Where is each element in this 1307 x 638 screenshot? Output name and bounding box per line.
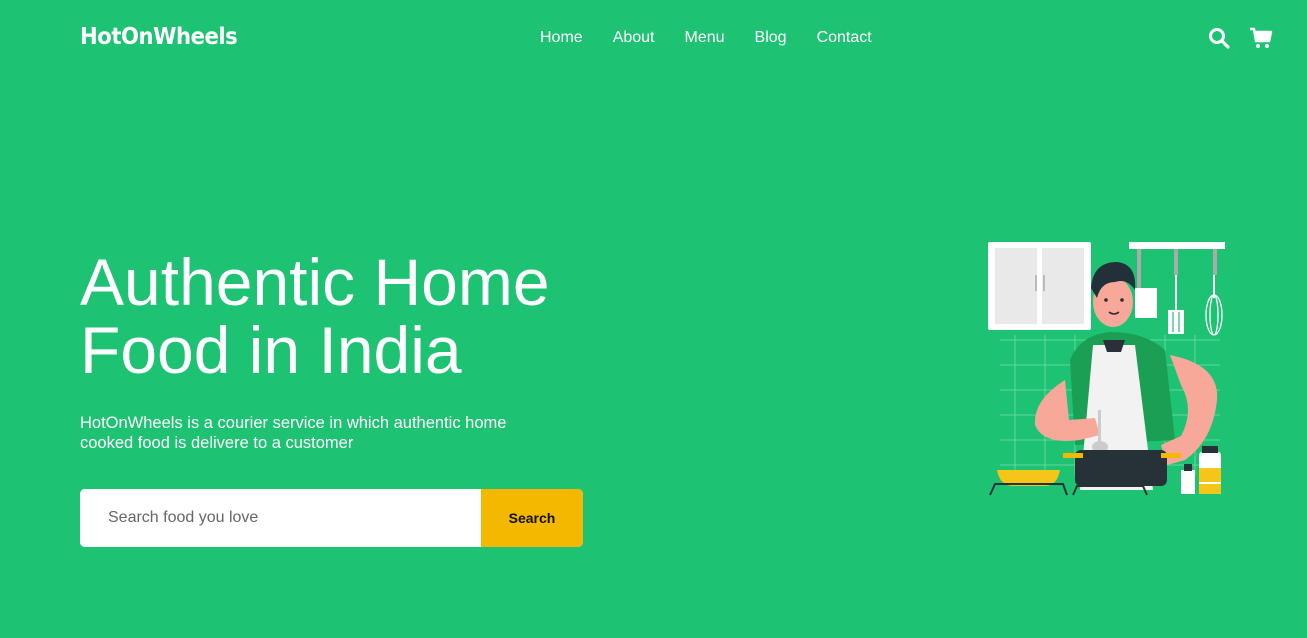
hero-title-line-1: Authentic Home	[80, 245, 550, 319]
header-actions	[1207, 26, 1273, 50]
food-search-form: Search	[80, 489, 583, 547]
top-navbar: HotOnWheels Home About Menu Blog Contact	[0, 0, 1307, 78]
nav-menu[interactable]: Menu	[685, 29, 725, 47]
chef-cooking-illustration	[985, 240, 1230, 500]
brand-logo[interactable]: HotOnWheels	[80, 24, 238, 50]
food-search-input[interactable]	[80, 489, 481, 547]
nav-about[interactable]: About	[613, 29, 655, 47]
main-menu: Home About Menu Blog Contact	[540, 29, 902, 47]
nav-blog[interactable]: Blog	[755, 29, 787, 47]
hero-title: Authentic Home Food in India	[80, 248, 640, 384]
nav-home[interactable]: Home	[540, 29, 583, 47]
search-icon[interactable]	[1207, 26, 1231, 50]
search-button[interactable]: Search	[481, 489, 583, 547]
hero-description: HotOnWheels is a courier service in whic…	[80, 414, 507, 452]
hero-title-line-2: Food in India	[80, 313, 462, 387]
nav-contact[interactable]: Contact	[817, 29, 872, 47]
cart-icon[interactable]	[1249, 26, 1273, 50]
